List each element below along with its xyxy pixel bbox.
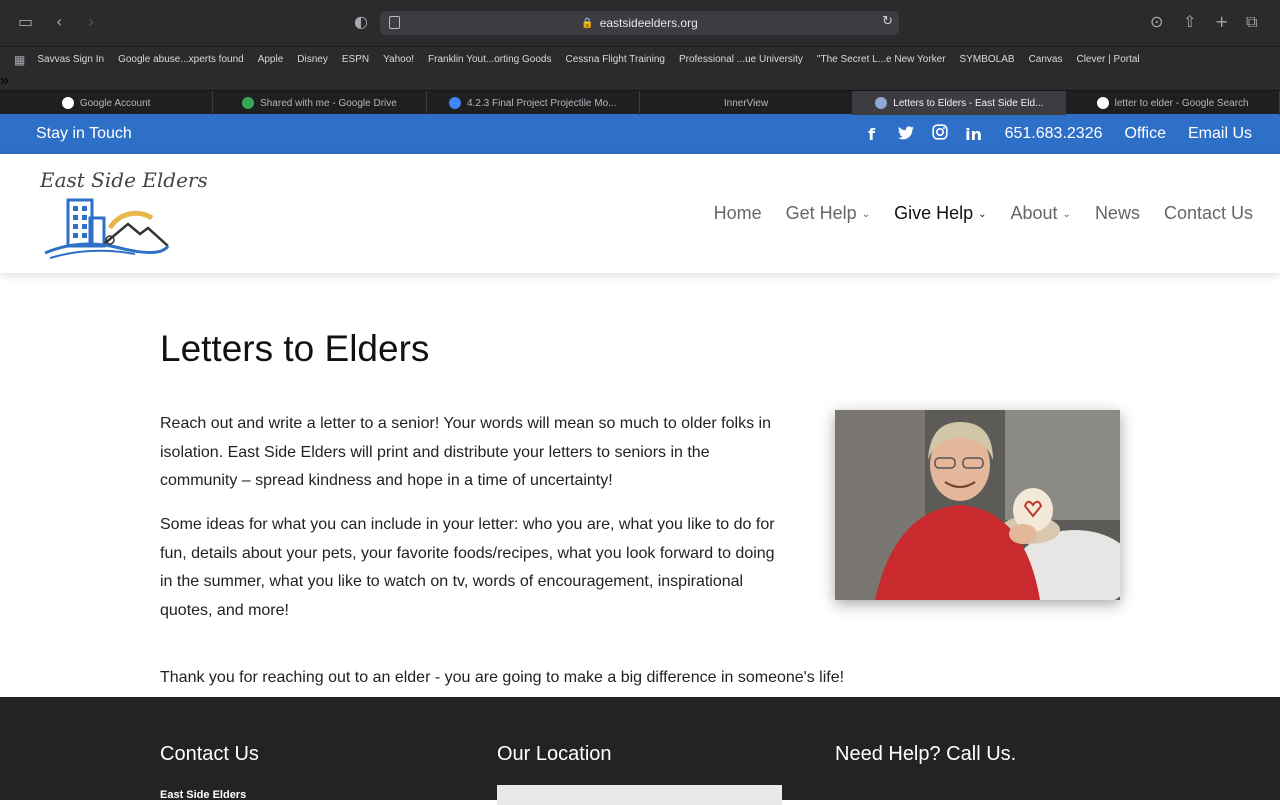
bookmarks-grid-icon[interactable]: ▦ xyxy=(14,53,25,67)
lock-icon: 🔒 xyxy=(581,17,594,29)
download-icon[interactable]: ⊙ xyxy=(1150,12,1163,31)
site-footer: Contact Us Our Location Need Help? Call … xyxy=(0,697,1280,805)
browser-tab[interactable]: Shared with me - Google Drive xyxy=(213,91,427,115)
facebook-icon[interactable]: f xyxy=(863,125,881,144)
nav-news-label: News xyxy=(1094,203,1140,223)
browser-tab-label: Letters to Elders - East Side Eld... xyxy=(893,97,1044,109)
sidebar-toggle-icon[interactable]: ▭ xyxy=(18,12,33,31)
instagram-icon[interactable] xyxy=(931,124,949,144)
browser-tab-label: Shared with me - Google Drive xyxy=(260,97,397,109)
stay-in-touch: Stay in Touch xyxy=(36,125,132,142)
twitter-icon[interactable] xyxy=(897,125,915,144)
bookmark-item[interactable]: ESPN xyxy=(342,54,369,65)
forward-icon[interactable]: › xyxy=(88,12,94,31)
site-header: East Side Elders Home Get Help ⌄ Give Hel… xyxy=(0,154,1280,273)
nav-contact-label: Contact Us xyxy=(1163,203,1253,223)
tab-overview-icon[interactable]: ⧉ xyxy=(1246,12,1257,32)
footer-location-heading: Our Location xyxy=(497,743,612,765)
elder-photo xyxy=(835,410,1120,600)
bookmark-item[interactable]: Apple xyxy=(258,54,284,65)
browser-tab[interactable]: Letters to Elders - East Side Eld... xyxy=(853,91,1067,115)
phone-link[interactable]: 651.683.2326 xyxy=(1005,125,1103,143)
reload-icon[interactable]: ↻ xyxy=(882,14,893,29)
office-link[interactable]: Office xyxy=(1124,125,1166,143)
chevron-down-icon: ⌄ xyxy=(861,209,871,220)
bookmark-item[interactable]: Cessna Flight Training xyxy=(565,54,665,65)
bookmark-item[interactable]: Yahoo! xyxy=(383,54,414,65)
site-topbar: Stay in Touch f in 651.683.2326 Office E… xyxy=(0,114,1280,154)
bookmark-item[interactable]: Google abuse...xperts found xyxy=(118,54,244,65)
bookmark-item[interactable]: "The Secret L...e New Yorker xyxy=(817,54,946,65)
thank-you-paragraph: Thank you for reaching out to an elder -… xyxy=(160,669,845,686)
chevron-down-icon: ⌄ xyxy=(978,209,987,220)
bookmark-item[interactable]: SYMBOLAB xyxy=(960,54,1015,65)
nav-home-label: Home xyxy=(713,203,762,223)
browser-tab[interactable]: 4.2.3 Final Project Projectile Mo... xyxy=(427,91,640,115)
footer-org-name: East Side Elders xyxy=(160,789,247,801)
nav-contact[interactable]: Contact Us xyxy=(1164,203,1253,224)
nav-give-help[interactable]: Give Help ⌄ xyxy=(894,203,986,224)
nav-get-help[interactable]: Get Help ⌄ xyxy=(786,203,870,224)
new-tab-icon[interactable]: + xyxy=(1215,12,1228,31)
nav-get-help-label: Get Help xyxy=(785,203,857,223)
bookmark-item[interactable]: Disney xyxy=(297,54,328,65)
bookmark-item[interactable]: Professional ...ue University xyxy=(679,54,803,65)
google-icon xyxy=(61,97,74,109)
email-link[interactable]: Email Us xyxy=(1188,125,1252,143)
main-content: Letters to Elders Reach out and write a … xyxy=(0,273,1280,715)
nav-about[interactable]: About ⌄ xyxy=(1011,203,1071,224)
address-bar[interactable]: 🔒 eastsideelders.org ↻ xyxy=(380,11,899,35)
nav-about-label: About xyxy=(1010,203,1058,223)
main-nav: Home Get Help ⌄ Give Help ⌄ About ⌄ News Co… xyxy=(690,203,1253,224)
reader-icon[interactable] xyxy=(389,16,400,29)
browser-toolbar: ▭ ‹ › ◐ 🔒 eastsideelders.org ↻ ⊙ ⇧ + ⧉ xyxy=(0,0,1280,46)
tab-bar: Google Account Shared with me - Google Dr… xyxy=(0,90,1280,115)
browser-tab-label: InnerView xyxy=(723,97,769,109)
site-logo[interactable]: East Side Elders xyxy=(40,168,208,263)
page-title: Letters to Elders xyxy=(160,328,430,369)
browser-tab-label: Google Account xyxy=(79,97,151,109)
google-docs-icon xyxy=(448,97,461,109)
bookmark-item[interactable]: Canvas xyxy=(1029,54,1063,65)
privacy-shield-icon[interactable]: ◐ xyxy=(354,12,368,31)
browser-tab-label: 4.2.3 Final Project Projectile Mo... xyxy=(466,97,617,109)
footer-contact-heading: Contact Us xyxy=(160,743,259,765)
bookmarks-bar: ▦ Savvas Sign In Google abuse...xperts fo… xyxy=(0,46,1280,72)
site-favicon-icon xyxy=(875,97,888,109)
location-map[interactable] xyxy=(497,785,782,805)
nav-give-help-label: Give Help xyxy=(894,203,974,223)
bookmark-item[interactable]: Franklin Yout...orting Goods xyxy=(428,54,551,65)
nav-home[interactable]: Home xyxy=(714,203,762,224)
google-drive-icon xyxy=(242,97,255,109)
back-icon[interactable]: ‹ xyxy=(56,12,62,31)
linkedin-icon[interactable]: in xyxy=(965,125,983,144)
browser-tab[interactable]: letter to elder - Google Search xyxy=(1066,91,1280,115)
ideas-paragraph: Some ideas for what you can include in y… xyxy=(160,516,775,619)
browser-tab[interactable]: InnerView xyxy=(640,91,854,115)
logo-graphic-icon xyxy=(44,198,170,259)
browser-tab[interactable]: Google Account xyxy=(0,91,214,115)
share-icon[interactable]: ⇧ xyxy=(1183,12,1196,31)
chevron-down-icon: ⌄ xyxy=(1062,209,1071,220)
browser-tab-label: letter to elder - Google Search xyxy=(1114,97,1249,109)
bookmark-item[interactable]: Savvas Sign In xyxy=(37,54,104,65)
url-text: eastsideelders.org xyxy=(599,16,698,30)
google-icon xyxy=(1096,97,1109,109)
footer-help-heading: Need Help? Call Us. xyxy=(835,743,1017,765)
bookmarks-overflow-icon[interactable]: » xyxy=(0,72,1280,90)
nav-news[interactable]: News xyxy=(1095,203,1140,224)
bookmark-item[interactable]: Clever | Portal xyxy=(1076,54,1139,65)
intro-paragraph: Reach out and write a letter to a senior… xyxy=(160,415,771,489)
